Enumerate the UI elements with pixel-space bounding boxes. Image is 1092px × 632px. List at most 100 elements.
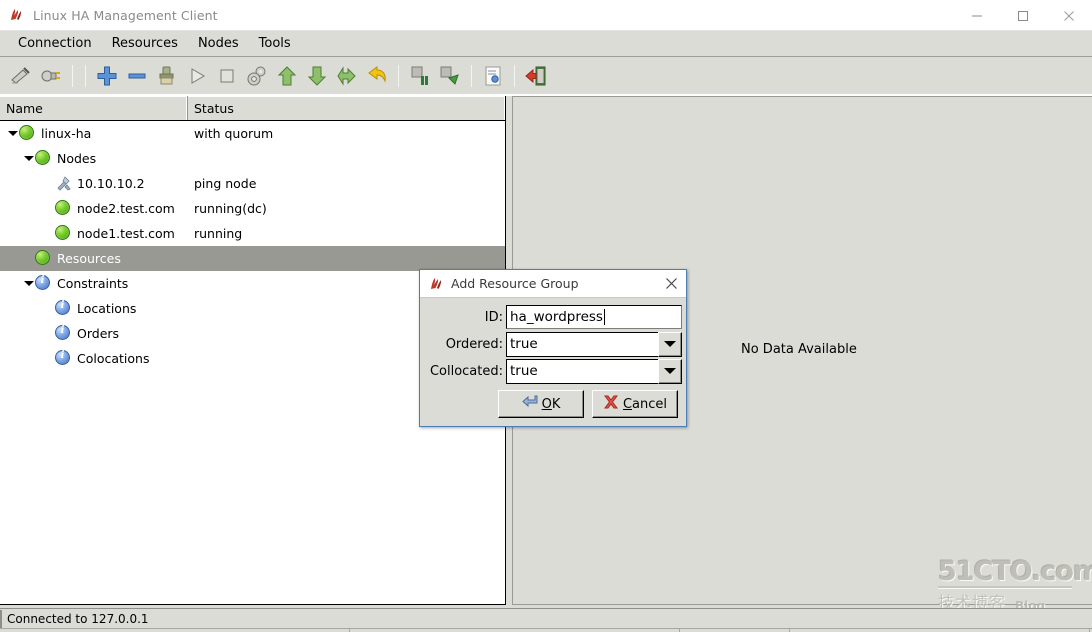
gears-icon[interactable] <box>242 61 272 91</box>
app-icon <box>8 7 24 23</box>
toolbar-separator <box>72 65 73 87</box>
migrate-arrow-icon[interactable] <box>332 61 362 91</box>
close-icon[interactable] <box>1046 0 1092 31</box>
tree-row-label: Locations <box>77 301 137 316</box>
arrow-up-icon[interactable] <box>272 61 302 91</box>
ordered-label: Ordered: <box>445 336 503 352</box>
tree-row-linux-ha[interactable]: linux-ha with quorum <box>0 121 505 146</box>
menu-nodes[interactable]: Nodes <box>188 34 249 54</box>
tree-row-label: Orders <box>77 326 120 341</box>
chevron-down-icon[interactable] <box>658 358 682 384</box>
column-header-status[interactable]: Status <box>188 96 505 120</box>
tree-row-label: Colocations <box>77 351 150 366</box>
tree-row-label: node2.test.com <box>77 201 175 216</box>
cancel-button[interactable]: Cancel <box>592 390 678 418</box>
column-header-name[interactable]: Name <box>0 96 188 120</box>
status-bar: Connected to 127.0.0.1 <box>0 608 1092 628</box>
bottom-strip <box>0 628 1092 632</box>
chevron-down-icon[interactable] <box>22 152 35 165</box>
menu-connection[interactable]: Connection <box>8 34 102 54</box>
dialog-body: ID: ha_wordpress Ordered: true Collocate… <box>420 298 686 422</box>
tree-row-label: linux-ha <box>41 126 92 141</box>
toolbar-separator <box>85 65 86 87</box>
dialog-title-bar[interactable]: Add Resource Group <box>420 270 686 298</box>
tree-row-name-cell: Locations <box>0 296 188 321</box>
app-icon <box>428 276 444 292</box>
tree-row-node1-test-com[interactable]: node1.test.com running <box>0 221 505 246</box>
tree-row-status: running <box>194 226 243 241</box>
collocated-select[interactable]: true <box>506 358 682 384</box>
close-icon[interactable] <box>656 270 686 297</box>
ok-button-label: K <box>551 396 561 412</box>
tree-row-label: Constraints <box>57 276 129 291</box>
application-window: Linux HA Management Client Connection Re… <box>0 0 1092 632</box>
red-x-icon <box>603 395 619 413</box>
arrow-down-icon[interactable] <box>302 61 332 91</box>
tree-row-nodes[interactable]: Nodes <box>0 146 505 171</box>
ok-button[interactable]: OK <box>498 390 584 418</box>
disconnect-plug-icon[interactable] <box>36 61 66 91</box>
info-ball-icon <box>35 275 52 292</box>
standby-node-icon[interactable] <box>405 61 435 91</box>
green-ball-icon <box>35 250 52 267</box>
ping-node-icon <box>55 175 72 192</box>
exit-door-icon[interactable] <box>521 61 551 91</box>
ordered-select-value: true <box>506 331 658 357</box>
ok-button-mnemonic: O <box>541 396 552 412</box>
tree-row-10-10-10-2[interactable]: 10.10.10.2 ping node <box>0 171 505 196</box>
stop-square-icon[interactable] <box>212 61 242 91</box>
tree-row-label: 10.10.10.2 <box>77 176 145 191</box>
tree-row-node2-test-com[interactable]: node2.test.com running(dc) <box>0 196 505 221</box>
tree-row-name-cell: Nodes <box>0 146 188 171</box>
add-plus-icon[interactable] <box>92 61 122 91</box>
connect-icon[interactable] <box>6 61 36 91</box>
tree-row-name-cell: node2.test.com <box>0 196 188 221</box>
tree-row-status: running(dc) <box>194 201 267 216</box>
id-label: ID: <box>484 309 503 325</box>
start-play-icon[interactable] <box>182 61 212 91</box>
field-row-ordered: Ordered: true <box>422 331 682 357</box>
toolbar-separator <box>471 65 472 87</box>
status-message: Connected to 127.0.0.1 <box>0 609 149 628</box>
tree-row-name-cell: Orders <box>0 321 188 346</box>
text-caret <box>603 309 605 325</box>
chevron-down-icon[interactable] <box>22 277 35 290</box>
cancel-button-mnemonic: C <box>622 396 633 412</box>
dialog-title: Add Resource Group <box>451 276 579 291</box>
toolbar-separator <box>398 65 399 87</box>
no-data-message: No Data Available <box>741 342 857 357</box>
green-ball-icon <box>19 125 36 142</box>
document-icon[interactable] <box>478 61 508 91</box>
ordered-select[interactable]: true <box>506 331 682 357</box>
menu-tools[interactable]: Tools <box>249 34 301 54</box>
maximize-icon[interactable] <box>1000 0 1046 31</box>
cleanup-icon[interactable] <box>152 61 182 91</box>
window-controls <box>954 0 1092 31</box>
minimize-icon[interactable] <box>954 0 1000 31</box>
tree-row-status: with quorum <box>194 126 274 141</box>
info-ball-icon <box>55 300 72 317</box>
tree-row-label: Nodes <box>57 151 97 166</box>
active-node-icon[interactable] <box>435 61 465 91</box>
tree-row-name-cell: Constraints <box>0 271 188 296</box>
chevron-down-icon[interactable] <box>6 127 19 140</box>
toolbar-separator <box>514 65 515 87</box>
tree-header: Name Status <box>0 96 505 121</box>
tree-row-resources[interactable]: Resources <box>0 246 505 271</box>
tree-row-name-cell: linux-ha <box>0 121 188 146</box>
chevron-down-icon[interactable] <box>658 331 682 357</box>
remove-minus-icon[interactable] <box>122 61 152 91</box>
field-row-collocated: Collocated: true <box>422 358 682 384</box>
tree-row-label: node1.test.com <box>77 226 175 241</box>
tree-row-status: ping node <box>194 176 257 191</box>
green-ball-icon <box>55 225 72 242</box>
field-row-id: ID: ha_wordpress <box>422 304 682 330</box>
undo-arrow-icon[interactable] <box>362 61 392 91</box>
add-resource-group-dialog: Add Resource Group ID: ha_wordpress Orde… <box>419 269 687 427</box>
menu-resources[interactable]: Resources <box>102 34 188 54</box>
id-input[interactable]: ha_wordpress <box>506 305 682 329</box>
title-bar: Linux HA Management Client <box>0 0 1092 31</box>
window-title: Linux HA Management Client <box>33 7 218 23</box>
